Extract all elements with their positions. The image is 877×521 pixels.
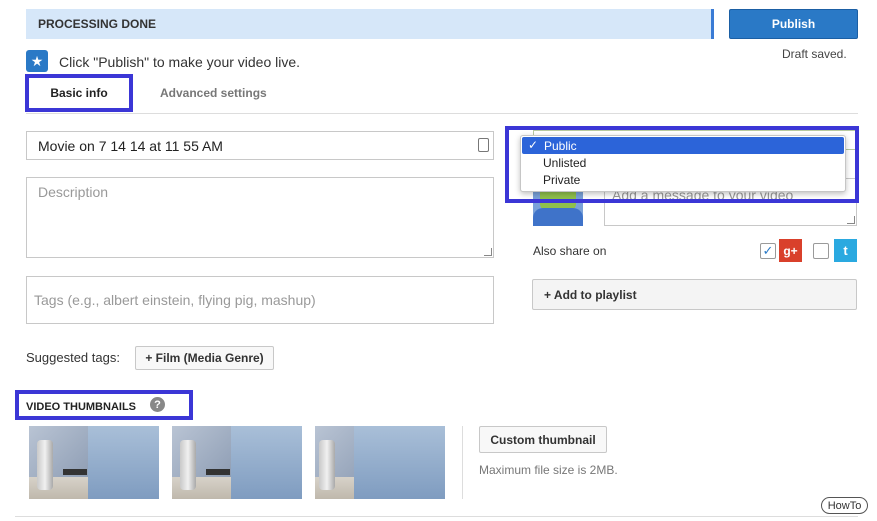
bottom-divider bbox=[15, 516, 858, 517]
tab-divider bbox=[26, 113, 858, 114]
help-icon[interactable]: ? bbox=[150, 397, 165, 412]
suggested-tags-label: Suggested tags: bbox=[26, 350, 120, 365]
thumbnail-divider bbox=[462, 426, 463, 499]
suggested-tag-chip[interactable]: + Film (Media Genre) bbox=[135, 346, 274, 370]
character-count-icon bbox=[478, 138, 489, 152]
thumbnail-option[interactable] bbox=[315, 426, 445, 499]
twitter-checkbox[interactable] bbox=[813, 243, 829, 259]
thumbnail-option[interactable] bbox=[172, 426, 302, 499]
custom-thumbnail-button[interactable]: Custom thumbnail bbox=[479, 426, 607, 453]
resize-grip-icon[interactable] bbox=[847, 216, 855, 224]
star-icon: ★ bbox=[26, 50, 48, 72]
howto-watermark: HowTo bbox=[821, 497, 868, 514]
google-plus-icon: g+ bbox=[779, 239, 802, 262]
max-file-size-note: Maximum file size is 2MB. bbox=[479, 463, 618, 477]
thumbnail-option[interactable] bbox=[29, 426, 159, 499]
publish-instruction: Click "Publish" to make your video live. bbox=[59, 54, 301, 70]
draft-saved-status: Draft saved. bbox=[782, 47, 847, 61]
twitter-icon: t bbox=[834, 239, 857, 262]
publish-button[interactable]: Publish bbox=[729, 9, 858, 39]
description-placeholder: Description bbox=[38, 184, 109, 200]
title-value: Movie on 7 14 14 at 11 55 AM bbox=[38, 138, 223, 154]
tags-placeholder: Tags (e.g., albert einstein, flying pig,… bbox=[34, 292, 316, 308]
google-plus-checkbox[interactable]: ✓ bbox=[760, 243, 776, 259]
privacy-highlight bbox=[505, 126, 859, 203]
tab-basic-info[interactable]: Basic info bbox=[25, 74, 133, 112]
add-to-playlist-button[interactable]: + Add to playlist bbox=[532, 279, 857, 310]
video-thumbnails-heading: VIDEO THUMBNAILS bbox=[26, 401, 136, 413]
tab-advanced-settings[interactable]: Advanced settings bbox=[160, 86, 267, 100]
also-share-label: Also share on bbox=[533, 244, 607, 258]
processing-status-text: PROCESSING DONE bbox=[38, 17, 157, 31]
resize-grip-icon[interactable] bbox=[484, 248, 492, 256]
